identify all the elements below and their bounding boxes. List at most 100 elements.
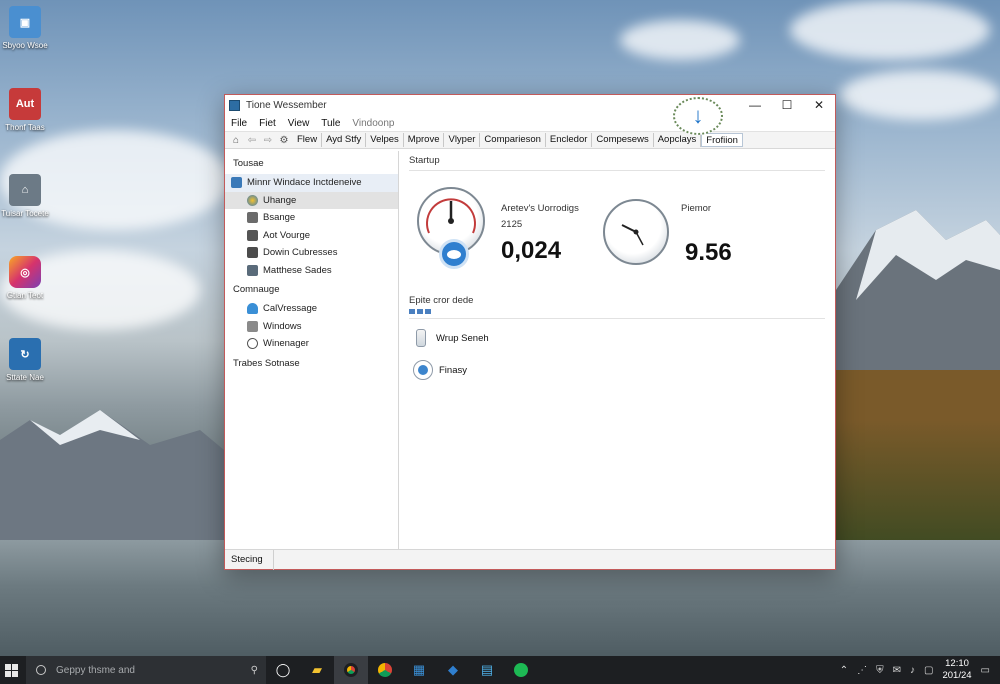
forest xyxy=(836,420,1000,550)
sidebar-item-uhange[interactable]: Uhange xyxy=(225,191,398,209)
maximize-button[interactable]: ☐ xyxy=(771,95,803,115)
file-explorer-icon[interactable]: ▰ xyxy=(300,656,334,684)
volume-icon[interactable]: ♪ xyxy=(910,665,915,676)
status-bar: Stecing xyxy=(225,549,835,570)
toolbar-item[interactable]: Flew xyxy=(293,133,323,147)
sidebar-item-top[interactable]: Minnr Windace Inctdeneive xyxy=(225,174,398,192)
menu-file[interactable]: File xyxy=(231,118,247,129)
gauge2-label: Piemor xyxy=(681,203,712,214)
sidebar-section-title: Tousae xyxy=(233,158,264,169)
menu-tule[interactable]: Tule xyxy=(321,118,340,129)
toolbar-item[interactable]: Aopclays xyxy=(654,133,702,147)
toolbar-item-active[interactable]: Frofiion xyxy=(701,133,743,147)
task-view-icon[interactable]: ◯ xyxy=(266,656,300,684)
sidebar-item-label: Matthese Sades xyxy=(263,264,332,276)
drive-icon xyxy=(247,229,258,241)
minimize-button[interactable]: — xyxy=(739,95,771,115)
menu-vindoonp[interactable]: Vindoonp xyxy=(352,118,394,129)
back-icon[interactable]: ⇦ xyxy=(245,133,259,147)
sidebar-item-label: Dowin Cubresses xyxy=(263,247,338,259)
chrome-icon[interactable] xyxy=(368,656,402,684)
gauge1-value: 0,024 xyxy=(501,237,562,264)
clock[interactable]: 12:10 201/24 xyxy=(942,658,971,682)
toolbar-item[interactable]: Comparieson xyxy=(480,133,546,147)
sidebar-item-label: Minnr Windace Inctdeneive xyxy=(247,177,362,189)
sidebar-item-bsange[interactable]: Bsange xyxy=(225,209,398,227)
display-icon[interactable]: ▢ xyxy=(924,665,933,676)
sidebar-item-label: Winenager xyxy=(263,338,309,350)
window-title: Tione Wessember xyxy=(246,99,327,111)
mountain-left xyxy=(0,410,230,550)
drive-icon xyxy=(247,212,258,224)
search-placeholder: Geppy thsme and xyxy=(56,664,135,676)
app-blue-icon[interactable]: ◆ xyxy=(436,656,470,684)
toolbar-item[interactable]: Velpes xyxy=(366,133,404,147)
gauge1-sublabel: 2125 xyxy=(501,219,523,230)
list-item-label: Finasy xyxy=(439,364,467,376)
sidebar: Tousae Minnr Windace Inctdeneive Uhange … xyxy=(225,151,399,549)
sidebar-item-calvressage[interactable]: CalVressage xyxy=(225,300,398,318)
clock-icon xyxy=(247,338,258,350)
share-icon: ↻ xyxy=(9,338,41,370)
desktop-icon-instagram[interactable]: ◎ Gtian Teot xyxy=(1,256,49,300)
computer-icon: ▣ xyxy=(9,6,41,38)
desktop-icon-label: Sttate Nae xyxy=(6,373,44,382)
gauge-meter-2 xyxy=(603,199,669,265)
desktop-icon-computer[interactable]: ▣ Sbyoo Wsoe xyxy=(1,6,49,50)
chevron-up-icon[interactable]: ⌃ xyxy=(840,665,848,676)
spotify-icon[interactable] xyxy=(504,656,538,684)
forward-icon[interactable]: ⇨ xyxy=(261,133,275,147)
store-icon[interactable]: ▦ xyxy=(402,656,436,684)
chrome-icon[interactable] xyxy=(334,656,368,684)
list-item-finasy[interactable]: Finasy xyxy=(409,357,825,383)
sidebar-item-label: Bsange xyxy=(263,212,296,224)
sidebar-item-aot-vourge[interactable]: Aot Vourge xyxy=(225,227,398,245)
toolbar-item[interactable]: Encledor xyxy=(546,133,593,147)
sidebar-item-label: Uhange xyxy=(263,194,297,206)
sidebar-item-label: CalVressage xyxy=(263,303,318,315)
desktop-icon-label: Tuisar Tocete xyxy=(1,209,49,218)
sidebar-item-dowin-cubresses[interactable]: Dowin Cubresses xyxy=(225,244,398,262)
list-item-wrup-seneh[interactable]: Wrup Seneh xyxy=(409,325,825,351)
gauge2-value: 9.56 xyxy=(685,239,732,266)
network-icon[interactable]: ⋰ xyxy=(857,665,867,676)
menu-view[interactable]: View xyxy=(288,118,310,129)
sidebar-section-title: Comnauge xyxy=(233,284,280,295)
home-icon[interactable]: ⌂ xyxy=(229,133,243,147)
windows-logo-icon xyxy=(4,663,18,677)
app-window-icon[interactable]: ▤ xyxy=(470,656,504,684)
taskbar-search[interactable]: Geppy thsme and ⚲ xyxy=(26,656,266,684)
toolbar-item[interactable]: Vlyper xyxy=(444,133,481,147)
download-arrow-icon: ↓ xyxy=(692,103,704,128)
desktop-icon-share[interactable]: ↻ Sttate Nae xyxy=(1,338,49,382)
desktop-icon-home[interactable]: ⌂ Tuisar Tocete xyxy=(1,174,49,218)
desktop-icon-pdf[interactable]: Aut Thonf Taas xyxy=(1,88,49,132)
title-bar[interactable]: Tione Wessember — ☐ ✕ xyxy=(225,95,835,115)
microphone-icon[interactable]: ⚲ xyxy=(251,665,258,676)
monitor-icon xyxy=(231,177,242,189)
mail-icon[interactable]: ✉ xyxy=(893,665,901,676)
sidebar-item-matthese-sades[interactable]: Matthese Sades xyxy=(225,262,398,280)
toolbar-item[interactable]: Compesews xyxy=(592,133,654,147)
notification-icon[interactable]: ▭ xyxy=(981,665,990,676)
main-panel: Startup Aretev's Uorrodigs 2125 0,024 Pi… xyxy=(399,151,835,549)
section-heading: Epite cror dede xyxy=(409,295,474,306)
desktop-icon-label: Thonf Taas xyxy=(5,123,45,132)
toolbar-item[interactable]: Mprove xyxy=(404,133,445,147)
menu-fiet[interactable]: Fiet xyxy=(259,118,276,129)
instagram-icon: ◎ xyxy=(9,256,41,288)
sidebar-item-label: Windows xyxy=(263,320,302,332)
sidebar-item-windows[interactable]: Windows xyxy=(225,318,398,336)
close-button[interactable]: ✕ xyxy=(803,95,835,115)
toolbar-item[interactable]: Ayd Stfy xyxy=(322,133,367,147)
start-button[interactable] xyxy=(0,656,22,684)
taskbar: Geppy thsme and ⚲ ◯ ▰ ▦ ◆ ▤ ⌃ ⋰ ⛨ ✉ ♪ ▢ … xyxy=(0,656,1000,684)
tool-icon[interactable]: ⚙ xyxy=(277,133,291,147)
chat-bubble-icon xyxy=(439,239,469,269)
download-button[interactable]: ↓ xyxy=(673,97,723,135)
settings-icon xyxy=(247,264,258,276)
view-toggle-icons[interactable] xyxy=(409,309,825,319)
sidebar-item-winenager[interactable]: Winenager xyxy=(225,335,398,353)
security-icon[interactable]: ⛨ xyxy=(876,665,884,676)
startup-heading: Startup xyxy=(409,155,825,171)
